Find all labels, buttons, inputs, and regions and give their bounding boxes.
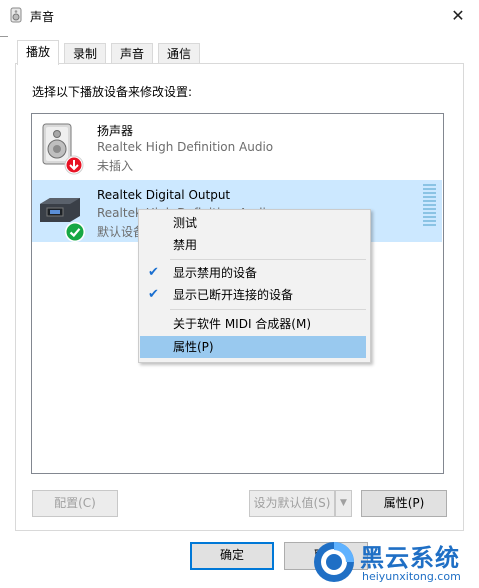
instruction-text: 选择以下播放设备来修改设置: — [32, 85, 193, 99]
menu-item-label: 禁用 — [173, 238, 198, 252]
watermark-url: heiyunxitong.com — [362, 570, 461, 583]
menu-item-properties[interactable]: 属性(P) — [140, 336, 366, 358]
watermark-brand: 黑云系统 — [360, 544, 460, 572]
tab-communications[interactable]: 通信 — [158, 43, 201, 64]
properties-button[interactable]: 属性(P) — [361, 490, 447, 517]
red-down-arrow-icon — [64, 155, 84, 175]
speaker-app-icon — [8, 7, 24, 23]
set-default-dropdown[interactable]: ▼ — [335, 490, 352, 517]
configure-button[interactable]: 配置(C) — [32, 490, 118, 517]
device-name: 扬声器 — [97, 124, 134, 138]
set-default-button[interactable]: 设为默认值(S) — [249, 490, 335, 517]
chevron-down-icon: ▼ — [340, 498, 347, 508]
menu-item-label: 显示禁用的设备 — [173, 266, 258, 280]
menu-item-label: 关于软件 MIDI 合成器(M) — [173, 317, 312, 331]
device-driver: Realtek High Definition Audio — [97, 140, 274, 154]
menu-item-label: 属性(P) — [173, 340, 214, 354]
window-title: 声音 — [30, 10, 55, 24]
menu-item-show-disconnected[interactable]: ✔ 显示已断开连接的设备 — [140, 284, 366, 306]
menu-item-show-disabled[interactable]: ✔ 显示禁用的设备 — [140, 262, 366, 284]
device-status: 未插入 — [97, 159, 134, 173]
device-name: Realtek Digital Output — [97, 188, 231, 202]
green-check-icon — [64, 221, 86, 243]
checkmark-icon: ✔ — [148, 287, 159, 302]
tab-playback[interactable]: 播放 — [17, 40, 60, 65]
close-icon[interactable]: ✕ — [443, 1, 473, 30]
title-bar — [0, 0, 479, 31]
menu-item-label: 显示已断开连接的设备 — [173, 288, 294, 302]
watermark: 黑云系统 heiyunxitong.com — [312, 536, 479, 588]
ok-button[interactable]: 确定 — [190, 542, 274, 570]
menu-separator — [170, 309, 366, 310]
checkmark-icon: ✔ — [148, 265, 159, 280]
menu-item-label: 测试 — [173, 216, 198, 230]
menu-separator — [170, 259, 366, 260]
tab-sounds[interactable]: 声音 — [111, 43, 154, 64]
menu-item-disable[interactable]: 禁用 — [140, 234, 366, 256]
menu-item-test[interactable]: 测试 — [140, 212, 366, 234]
background-window-edge — [0, 36, 8, 47]
volume-level-meter — [423, 184, 436, 227]
menu-item-about-midi[interactable]: 关于软件 MIDI 合成器(M) — [140, 313, 366, 335]
watermark-logo-icon — [312, 540, 356, 584]
tab-recording[interactable]: 录制 — [64, 43, 107, 64]
